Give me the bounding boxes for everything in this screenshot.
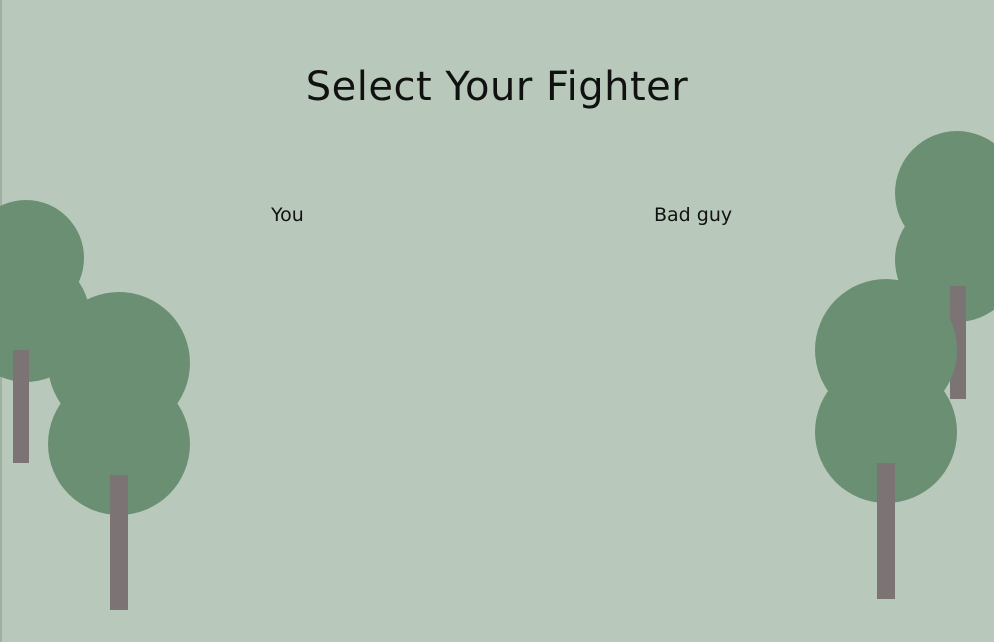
page-title: Select Your Fighter (305, 64, 689, 110)
tree-left-front (48, 292, 190, 610)
opponent-fighter-label: Bad guy (654, 204, 733, 226)
fighter-select-screen: Select Your Fighter You Bad guy (0, 0, 994, 642)
player-fighter-label: You (271, 204, 304, 226)
tree-right-front (815, 279, 957, 599)
